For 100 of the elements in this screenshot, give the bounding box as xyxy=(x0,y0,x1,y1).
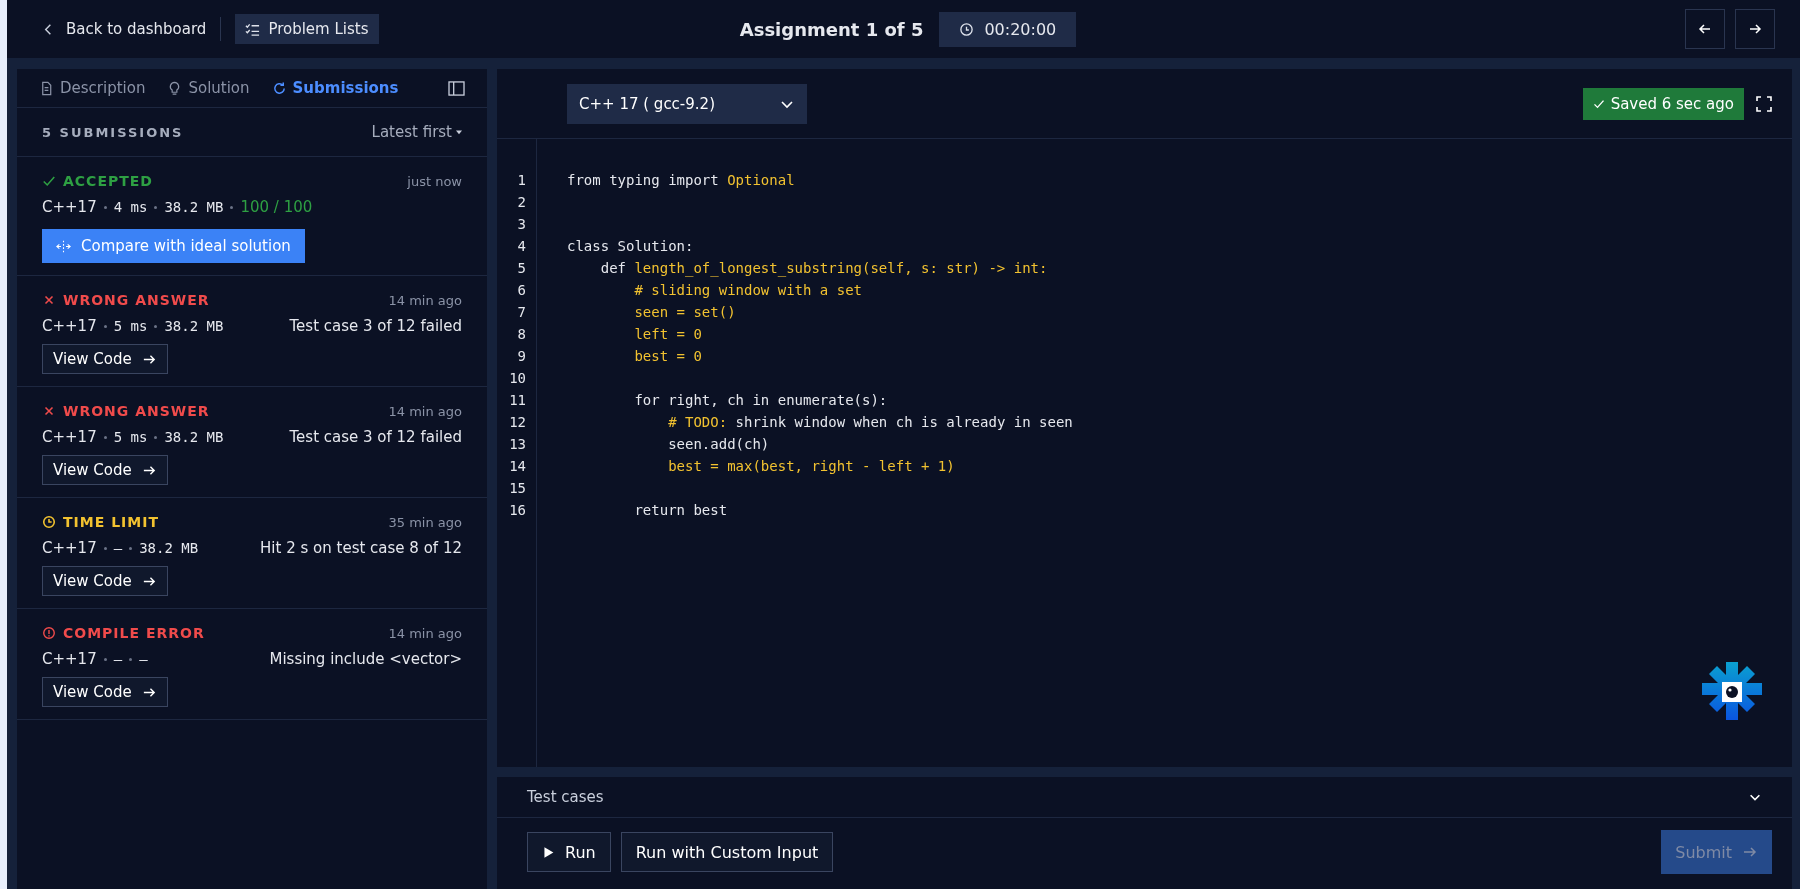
status-label: COMPILE ERROR xyxy=(42,625,205,641)
separator-dot xyxy=(103,324,107,328)
submission-stat: 38.2 MB xyxy=(164,199,224,215)
code-line: seen = set() xyxy=(633,304,736,320)
code-line: class Solution: xyxy=(567,238,694,254)
code-line: left = 0 xyxy=(633,326,702,342)
clock-icon xyxy=(42,515,56,529)
status-label: WRONG ANSWER xyxy=(42,292,210,308)
separator-dot xyxy=(230,205,234,209)
assignment-title: Assignment 1 of 5 xyxy=(739,18,924,40)
play-icon xyxy=(542,845,555,859)
tab[interactable]: Description xyxy=(39,79,146,97)
separator-dot xyxy=(129,657,133,661)
submission-detail: Missing include <vector> xyxy=(269,650,462,668)
submission-stat: 5 ms xyxy=(113,429,148,445)
separator-dot xyxy=(103,546,107,550)
line-number: 14 xyxy=(508,458,526,474)
separator-dot xyxy=(154,205,158,209)
run-custom-button[interactable]: Run with Custom Input xyxy=(620,832,834,872)
code-line: best = 0 xyxy=(633,348,702,364)
status-label: TIME LIMIT xyxy=(42,514,159,530)
submission-detail: Test case 3 of 12 failed xyxy=(289,428,462,446)
line-number: 10 xyxy=(508,370,526,386)
submission-stat: — xyxy=(113,651,123,667)
code-line: def length_of_longest_substring(self, s: str) -> int: xyxy=(599,260,1048,276)
submission-stat: C++17 xyxy=(42,317,97,335)
checklist-icon xyxy=(245,21,261,37)
document-icon xyxy=(39,80,54,96)
view-code-button[interactable]: View Code xyxy=(42,677,168,707)
line-number: 16 xyxy=(508,502,526,518)
run-button[interactable]: Run xyxy=(527,832,611,872)
separator-dot xyxy=(129,546,133,550)
submission-detail: Test case 3 of 12 failed xyxy=(289,317,462,335)
problem-lists-button[interactable]: Problem Lists xyxy=(235,14,379,44)
code-line: return best xyxy=(633,502,728,518)
separator-dot xyxy=(154,324,158,328)
submission-stat: 4 ms xyxy=(113,199,148,215)
code-line: for right, ch in enumerate(s): xyxy=(633,392,888,408)
submission-time: 35 min ago xyxy=(388,514,462,530)
submission-stat: 38.2 MB xyxy=(139,540,199,556)
next-button[interactable] xyxy=(1735,9,1775,49)
code-line: # sliding window with a set xyxy=(633,282,862,298)
line-number: 8 xyxy=(516,326,526,342)
submission-time: just now xyxy=(407,173,462,189)
alert-icon xyxy=(42,626,56,640)
line-number: 1 xyxy=(516,172,526,188)
history-icon xyxy=(271,80,287,96)
separator-dot xyxy=(103,435,107,439)
tab[interactable]: Solution xyxy=(167,79,250,97)
sidebar-toggle-icon[interactable] xyxy=(448,80,465,96)
separator-dot xyxy=(103,657,107,661)
submission-time: 14 min ago xyxy=(388,403,462,419)
submission-stat: C++17 xyxy=(42,539,97,557)
submission-stat: — xyxy=(139,651,148,667)
line-number: 12 xyxy=(508,414,526,430)
submission-stat: 38.2 MB xyxy=(164,318,224,334)
back-link[interactable]: Back to dashboard xyxy=(41,20,207,38)
cross-icon xyxy=(42,293,56,307)
view-code-button[interactable]: View Code xyxy=(42,344,168,374)
tab[interactable]: Submissions xyxy=(271,79,399,97)
clock-icon xyxy=(959,21,975,37)
line-number: 4 xyxy=(516,238,526,254)
submission-time: 14 min ago xyxy=(388,625,462,641)
submission-score: 100 / 100 xyxy=(240,198,313,216)
code-line: best = max(best, right - left + 1) xyxy=(667,458,955,474)
gear-icon[interactable] xyxy=(1702,662,1762,722)
submission-stat: C++17 xyxy=(42,428,97,446)
line-number: 7 xyxy=(516,304,526,320)
line-number: 9 xyxy=(516,348,526,364)
line-number: 6 xyxy=(516,282,526,298)
submission-stat: — xyxy=(113,540,123,556)
compare-icon xyxy=(56,238,71,254)
line-number: 15 xyxy=(508,480,526,496)
timer-value: 00:20:00 xyxy=(984,19,1057,39)
submission-detail: Hit 2 s on test case 8 of 12 xyxy=(260,539,462,557)
test-cases-title: Test cases xyxy=(527,788,604,806)
caret-icon xyxy=(456,129,462,135)
submission-stat: C++17 xyxy=(42,650,97,668)
separator-dot xyxy=(103,205,107,209)
submission-stat: 38.2 MB xyxy=(164,429,224,445)
submissions-count: 5 SUBMISSIONS xyxy=(42,124,184,140)
code-line: from typing import Optional xyxy=(567,172,795,188)
line-number: 2 xyxy=(516,194,526,210)
submission-time: 14 min ago xyxy=(388,292,462,308)
separator-dot xyxy=(154,435,158,439)
compare-button[interactable]: Compare with ideal solution xyxy=(42,229,305,263)
view-code-button[interactable]: View Code xyxy=(42,566,168,596)
language-dropdown[interactable]: C++ 17 ( gcc-9.2) xyxy=(567,83,807,124)
previous-button[interactable] xyxy=(1685,9,1725,49)
cross-icon xyxy=(42,404,56,418)
status-label: ACCEPTED xyxy=(42,173,153,189)
code-line: # TODO: shrink window when ch is already in seen xyxy=(667,414,1073,430)
line-number: 5 xyxy=(516,260,526,276)
view-code-button[interactable]: View Code xyxy=(42,455,168,485)
fullscreen-icon[interactable] xyxy=(1756,95,1772,112)
check-icon xyxy=(42,174,56,188)
line-number: 11 xyxy=(508,392,526,408)
sort-dropdown[interactable]: Latest first xyxy=(371,123,462,141)
saved-badge: Saved 6 sec ago xyxy=(1582,87,1744,120)
submission-stat: 5 ms xyxy=(113,318,148,334)
